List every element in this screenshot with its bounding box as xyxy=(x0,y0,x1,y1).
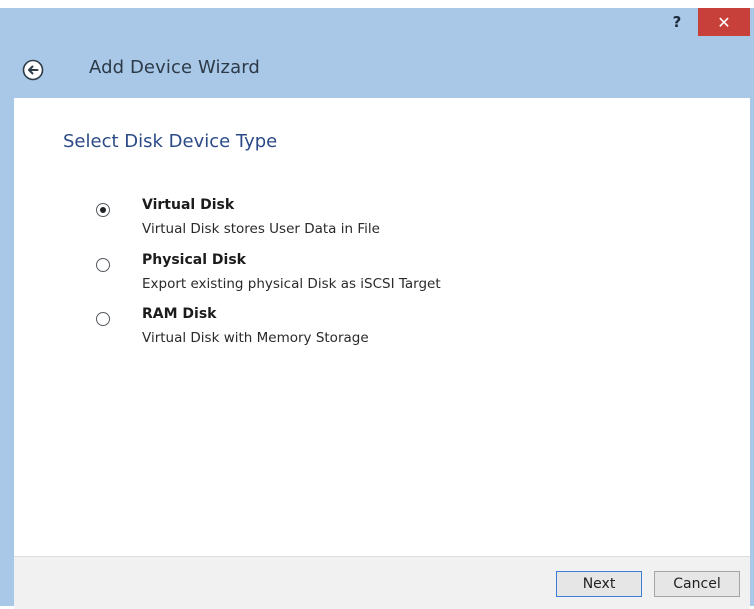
radio-ram-disk[interactable] xyxy=(96,312,110,326)
next-button[interactable]: Next xyxy=(556,571,642,597)
wizard-title: Add Device Wizard xyxy=(89,57,260,78)
option-ram-disk[interactable]: RAM Disk Virtual Disk with Memory Storag… xyxy=(92,306,592,352)
option-label: Physical Disk xyxy=(142,252,246,268)
title-bar: ? ✕ Add Device Wizard xyxy=(0,8,754,98)
page-title: Select Disk Device Type xyxy=(63,131,278,152)
help-button[interactable]: ? xyxy=(664,8,690,36)
wizard-content: Select Disk Device Type Virtual Disk Vir… xyxy=(14,98,750,609)
option-physical-disk[interactable]: Physical Disk Export existing physical D… xyxy=(92,252,592,298)
option-description: Virtual Disk with Memory Storage xyxy=(142,330,369,346)
option-virtual-disk[interactable]: Virtual Disk Virtual Disk stores User Da… xyxy=(92,197,592,243)
close-button[interactable]: ✕ xyxy=(698,8,750,36)
radio-virtual-disk[interactable] xyxy=(96,203,110,217)
back-arrow-icon[interactable] xyxy=(22,59,44,81)
option-description: Virtual Disk stores User Data in File xyxy=(142,221,380,237)
wizard-window: ? ✕ Add Device Wizard Select Disk Device… xyxy=(0,0,754,609)
wizard-footer: Next Cancel xyxy=(14,556,750,609)
option-label: Virtual Disk xyxy=(142,197,235,213)
option-description: Export existing physical Disk as iSCSI T… xyxy=(142,276,441,292)
option-label: RAM Disk xyxy=(142,306,217,322)
cancel-button[interactable]: Cancel xyxy=(654,571,740,597)
radio-physical-disk[interactable] xyxy=(96,258,110,272)
